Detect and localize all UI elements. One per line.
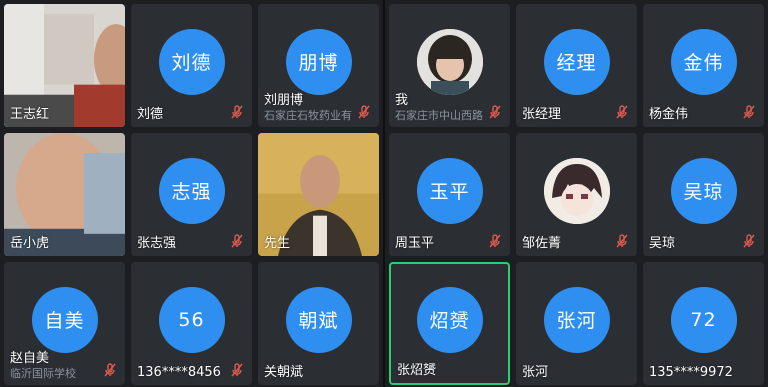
participant-org: 石家庄石牧药业有 (264, 109, 352, 122)
participant-name: 王志红 (10, 107, 50, 122)
participant-name: 张炤赟 (397, 363, 437, 378)
mic-muted-icon (616, 234, 628, 248)
participant-tile[interactable]: 王志红 (4, 4, 125, 127)
participant-tile[interactable]: 吴琼 吴琼 (643, 133, 764, 256)
mic-muted-icon (743, 105, 755, 119)
mic-muted-icon (743, 234, 755, 248)
participant-name: 我 (395, 93, 409, 108)
participant-avatar: 金伟 (670, 28, 737, 95)
participant-tile[interactable]: 金伟 杨金伟 (643, 4, 764, 127)
participant-tile[interactable]: 自美 赵自美 临沂国际学校 (4, 262, 125, 385)
participant-name: 135****9972 (649, 365, 733, 380)
participant-avatar-photo (543, 157, 610, 224)
mic-muted-icon (489, 105, 501, 119)
participant-avatar: 56 (158, 286, 225, 353)
participant-tile[interactable]: 张河 张河 (516, 262, 637, 385)
participant-tile[interactable]: 岳小虎 (4, 133, 125, 256)
participant-avatar-photo (416, 28, 483, 95)
participant-tile-active[interactable]: 炤赟 张炤赟 (389, 262, 510, 385)
participant-tile[interactable]: 志强 张志强 (131, 133, 252, 256)
participant-grid-left: 王志红 刘德 刘德 朋博 刘朋博 石家庄石牧药业有 岳小虎 志强 张志强 先生 … (0, 0, 383, 387)
participant-name: 周玉平 (395, 236, 435, 251)
participant-tile[interactable]: 刘德 刘德 (131, 4, 252, 127)
participant-tile[interactable]: 经理 张经理 (516, 4, 637, 127)
participant-avatar: 炤赟 (416, 286, 483, 353)
participant-avatar: 72 (670, 286, 737, 353)
participant-grid-right: 我 石家庄市中山西路 经理 张经理 金伟 杨金伟 玉平 周玉平 邹佐菁 吴琼 吴… (385, 0, 768, 387)
participant-name: 关朝斌 (264, 365, 304, 380)
participant-avatar: 朝斌 (285, 286, 352, 353)
participant-tile[interactable]: 先生 (258, 133, 379, 256)
participant-tile[interactable]: 朋博 刘朋博 石家庄石牧药业有 (258, 4, 379, 127)
participant-name: 先生 (264, 236, 291, 251)
participant-name: 赵自美 (10, 351, 50, 366)
participant-tile[interactable]: 我 石家庄市中山西路 (389, 4, 510, 127)
mic-muted-icon (104, 363, 116, 377)
mic-muted-icon (616, 105, 628, 119)
mic-muted-icon (231, 234, 243, 248)
participant-name: 刘朋博 (264, 93, 304, 108)
participant-avatar: 吴琼 (670, 157, 737, 224)
mic-muted-icon (231, 363, 243, 377)
participant-name: 岳小虎 (10, 236, 50, 251)
participant-name: 刘德 (137, 107, 164, 122)
participant-tile[interactable]: 玉平 周玉平 (389, 133, 510, 256)
participant-name: 张经理 (522, 107, 562, 122)
participant-name: 吴琼 (649, 236, 676, 251)
participant-org: 临沂国际学校 (10, 367, 76, 380)
anime-photo-icon (543, 157, 610, 224)
participant-avatar: 朋博 (285, 28, 352, 95)
participant-avatar: 刘德 (158, 28, 225, 95)
mic-muted-icon (489, 234, 501, 248)
participant-org: 石家庄市中山西路 (395, 109, 483, 122)
participant-avatar: 张河 (543, 286, 610, 353)
mic-muted-icon (358, 105, 370, 119)
participant-tile[interactable]: 邹佐菁 (516, 133, 637, 256)
participant-avatar: 自美 (31, 286, 98, 353)
participant-tile[interactable]: 72 135****9972 (643, 262, 764, 385)
participant-avatar: 经理 (543, 28, 610, 95)
participant-name: 张志强 (137, 236, 177, 251)
participant-name: 136****8456 (137, 365, 221, 380)
mic-muted-icon (231, 105, 243, 119)
participant-name: 邹佐菁 (522, 236, 562, 251)
participant-name: 杨金伟 (649, 107, 689, 122)
girl-photo-icon (416, 28, 483, 95)
participant-name: 张河 (522, 365, 549, 380)
participant-tile[interactable]: 56 136****8456 (131, 262, 252, 385)
participant-tile[interactable]: 朝斌 关朝斌 (258, 262, 379, 385)
participant-avatar: 玉平 (416, 157, 483, 224)
participant-avatar: 志强 (158, 157, 225, 224)
